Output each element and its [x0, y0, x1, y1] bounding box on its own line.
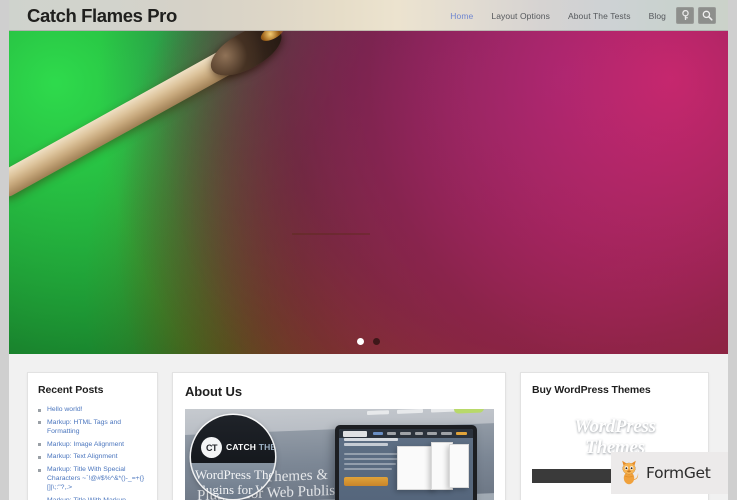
- nav-item-about-the-tests[interactable]: About The Tests: [568, 11, 631, 21]
- widget-recent-posts: Recent Posts Hello world! Markup: HTML T…: [27, 372, 158, 500]
- match-head-graphic: [203, 31, 289, 86]
- about-topnav-item: [397, 409, 423, 414]
- nav-item-home[interactable]: Home: [450, 11, 473, 21]
- formget-label: FormGet: [646, 464, 711, 482]
- magnifier-headline-line2: Plugins for Web Publishers: [195, 482, 275, 497]
- site-title[interactable]: Catch Flames Pro: [27, 5, 177, 27]
- about-site-mock: WordPress Themes & Plugins for Web Publi…: [185, 409, 494, 500]
- list-item[interactable]: Hello world!: [38, 405, 147, 414]
- recent-posts-list: Hello world! Markup: HTML Tags and Forma…: [38, 405, 147, 500]
- hero-slider[interactable]: [9, 31, 728, 354]
- section-about-us: About Us WordPress Themes &: [172, 372, 506, 500]
- about-magnifier-circle: CT CATCH THEMES WordPress Themes & Plugi…: [191, 415, 275, 499]
- about-laptop-screen: [339, 429, 473, 500]
- about-topnav-item: [431, 409, 455, 413]
- catch-themes-logo-mark: CT: [201, 437, 222, 458]
- list-item[interactable]: Markup: Image Alignment: [38, 440, 147, 449]
- widget-title-buy-themes: Buy WordPress Themes: [532, 384, 651, 396]
- about-screen-subheading: [344, 443, 388, 446]
- about-screen-navitem: [373, 432, 383, 435]
- about-screen-navbar: [339, 429, 473, 438]
- about-screen-card: [449, 444, 469, 488]
- list-item[interactable]: Markup: HTML Tags and Formatting: [38, 418, 147, 436]
- content-row: Recent Posts Hello world! Markup: HTML T…: [27, 372, 711, 500]
- about-topnav-item: [367, 410, 389, 416]
- nav-item-blog[interactable]: Blog: [649, 11, 666, 21]
- hero-caption-rule: [292, 233, 370, 235]
- about-magnifier-headline: WordPress Themes & Plugins for Web Publi…: [195, 467, 275, 497]
- nav-item-layout-options[interactable]: Layout Options: [491, 11, 550, 21]
- page-frame: Catch Flames Pro Home Layout Options Abo…: [0, 0, 737, 500]
- list-item[interactable]: Markup: Title With Special Characters ~`…: [38, 465, 147, 493]
- about-screen-navitem: [415, 432, 423, 435]
- hero-dot-2[interactable]: [373, 338, 380, 345]
- hero-slider-pagination: [9, 338, 728, 345]
- about-screen-nav-cta: [456, 432, 467, 435]
- key-icon: [681, 10, 689, 20]
- main-navigation: Home Layout Options About The Tests Blog: [450, 11, 666, 21]
- about-screen-heading: [344, 438, 398, 441]
- cat-mascot-icon: [619, 460, 641, 486]
- brand-word-themes: THEMES: [258, 442, 275, 452]
- list-item[interactable]: Markup: Text Alignment: [38, 452, 147, 461]
- about-screen-navitem: [427, 432, 437, 435]
- magnifier-headline-line1: WordPress Themes &: [195, 467, 275, 482]
- page-title-about-us: About Us: [185, 384, 242, 399]
- catch-themes-wordmark: CATCH THEMES: [226, 442, 275, 452]
- match-stick-graphic: [9, 31, 289, 202]
- about-cta-pill: [454, 409, 484, 414]
- about-screen-logo: [343, 430, 367, 437]
- widget-title-recent-posts: Recent Posts: [38, 384, 104, 396]
- hero-image-flame: [9, 31, 728, 354]
- banner-line-1: WordPress: [574, 416, 656, 437]
- about-screen-navitem: [441, 432, 452, 435]
- site-shell: Catch Flames Pro Home Layout Options Abo…: [9, 0, 728, 500]
- about-screen-navitem: [387, 432, 396, 435]
- about-screen-navitem: [400, 432, 411, 435]
- hero-dot-1[interactable]: [357, 338, 364, 345]
- about-screen-card-stack: [397, 442, 469, 490]
- about-laptop-graphic: [335, 425, 477, 500]
- search-icon: [702, 10, 713, 21]
- brand-word-catch: CATCH: [226, 442, 257, 452]
- about-screen-text-line: [344, 453, 402, 455]
- site-header: Catch Flames Pro Home Layout Options Abo…: [9, 0, 728, 31]
- list-item[interactable]: Markup: Title With Markup: [38, 496, 147, 500]
- key-icon-button[interactable]: [676, 7, 694, 24]
- about-screen-button: [344, 477, 388, 486]
- search-icon-button[interactable]: [698, 7, 716, 24]
- about-screen-text-line: [344, 468, 392, 470]
- about-screen-text-line: [344, 458, 400, 460]
- about-screen-text-line: [344, 463, 396, 465]
- formget-watermark: FormGet: [611, 452, 728, 494]
- about-us-screenshot-image: WordPress Themes & Plugins for Web Publi…: [185, 409, 494, 500]
